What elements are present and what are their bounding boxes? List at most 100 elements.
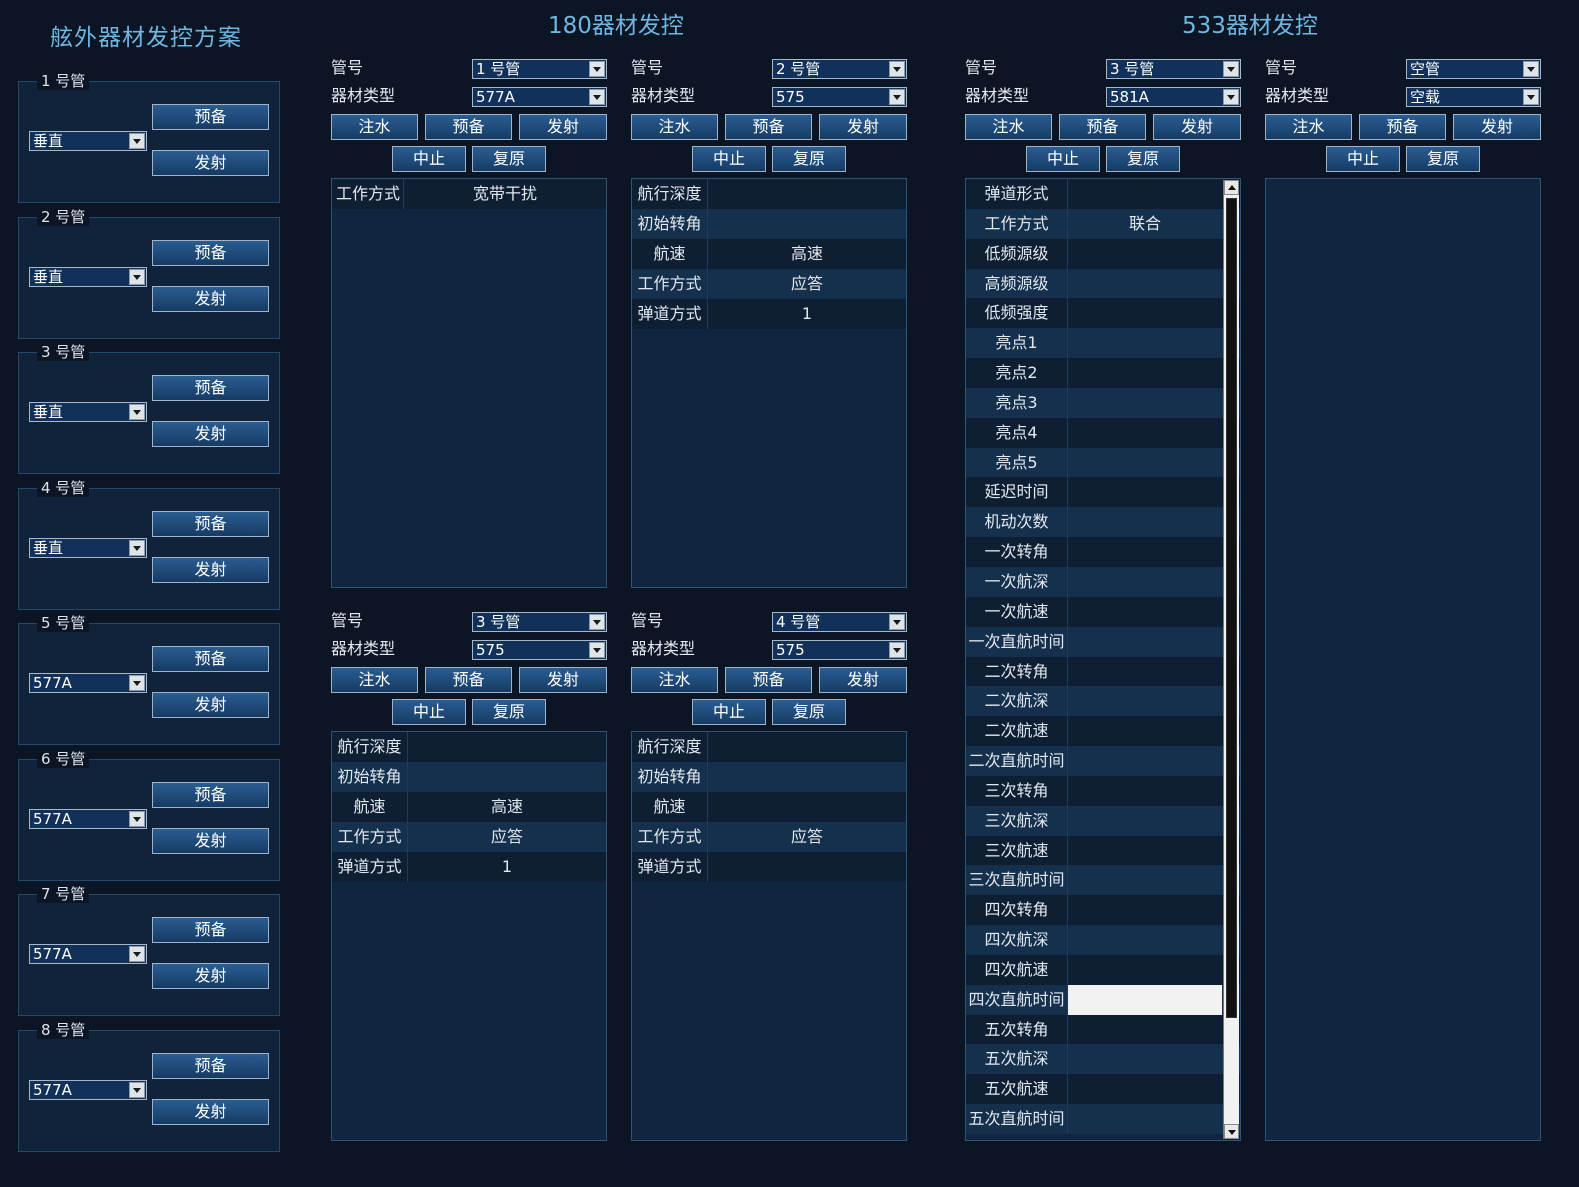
unit533-1-fill-button[interactable]: 注水 xyxy=(965,114,1052,140)
launch-button[interactable]: 发射 xyxy=(152,421,269,447)
scroll-down-icon[interactable] xyxy=(1224,1124,1239,1139)
launch-button[interactable]: 发射 xyxy=(152,1099,269,1125)
chevron-down-icon[interactable] xyxy=(889,642,905,658)
prepare-button[interactable]: 预备 xyxy=(152,1053,269,1079)
param-value[interactable] xyxy=(1068,776,1222,806)
param-value[interactable] xyxy=(1068,984,1222,1015)
param-value[interactable] xyxy=(1068,597,1222,627)
unit180-4-reset-button[interactable]: 复原 xyxy=(772,699,846,725)
param-value[interactable] xyxy=(1068,448,1222,478)
unit180-2-type-select[interactable]: 575 xyxy=(772,87,907,107)
chevron-down-icon[interactable] xyxy=(1523,61,1539,77)
tube-mode-select[interactable]: 垂直 xyxy=(29,402,147,422)
prepare-button[interactable]: 预备 xyxy=(152,917,269,943)
tube-mode-select[interactable]: 577A xyxy=(29,1080,147,1100)
unit533-1-launch-button[interactable]: 发射 xyxy=(1153,114,1241,140)
tube-mode-select[interactable]: 577A xyxy=(29,944,147,964)
param-scrollbar[interactable] xyxy=(1223,180,1239,1139)
param-value[interactable] xyxy=(1068,806,1222,836)
unit180-2-fill-button[interactable]: 注水 xyxy=(631,114,718,140)
info-value[interactable] xyxy=(708,732,906,762)
param-value[interactable] xyxy=(1068,716,1222,746)
unit533-1-stop-button[interactable]: 中止 xyxy=(1026,146,1100,172)
unit533-2-launch-button[interactable]: 发射 xyxy=(1453,114,1541,140)
unit180-4-launch-button[interactable]: 发射 xyxy=(819,667,907,693)
chevron-down-icon[interactable] xyxy=(129,269,145,285)
chevron-down-icon[interactable] xyxy=(889,614,905,630)
chevron-down-icon[interactable] xyxy=(589,642,605,658)
param-value[interactable] xyxy=(1068,686,1222,716)
info-value[interactable] xyxy=(408,762,606,792)
unit180-2-reset-button[interactable]: 复原 xyxy=(772,146,846,172)
info-value[interactable] xyxy=(708,762,906,792)
launch-button[interactable]: 发射 xyxy=(152,963,269,989)
param-value[interactable] xyxy=(1068,179,1222,209)
unit180-1-type-select[interactable]: 577A xyxy=(472,87,607,107)
param-value[interactable] xyxy=(1068,865,1222,895)
unit533-2-stop-button[interactable]: 中止 xyxy=(1326,146,1400,172)
info-value[interactable]: 高速 xyxy=(408,792,606,822)
chevron-down-icon[interactable] xyxy=(1223,89,1239,105)
chevron-down-icon[interactable] xyxy=(129,540,145,556)
unit180-1-launch-button[interactable]: 发射 xyxy=(519,114,607,140)
info-value[interactable] xyxy=(708,179,906,209)
launch-button[interactable]: 发射 xyxy=(152,828,269,854)
param-value[interactable] xyxy=(1068,328,1222,358)
param-value[interactable] xyxy=(1068,537,1222,567)
unit533-2-reset-button[interactable]: 复原 xyxy=(1406,146,1480,172)
tube-mode-select[interactable]: 577A xyxy=(29,809,147,829)
param-value[interactable] xyxy=(1068,239,1222,269)
scroll-up-icon[interactable] xyxy=(1224,180,1239,195)
param-value[interactable] xyxy=(1068,477,1222,507)
info-value[interactable]: 1 xyxy=(408,852,606,882)
info-value[interactable]: 宽带干扰 xyxy=(404,179,606,209)
param-value[interactable] xyxy=(1068,298,1222,328)
launch-button[interactable]: 发射 xyxy=(152,692,269,718)
tube-mode-select[interactable]: 垂直 xyxy=(29,131,147,151)
info-value[interactable]: 应答 xyxy=(408,822,606,852)
chevron-down-icon[interactable] xyxy=(889,61,905,77)
unit180-2-prepare-button[interactable]: 预备 xyxy=(725,114,812,140)
param-value[interactable] xyxy=(1068,925,1222,955)
unit533-2-fill-button[interactable]: 注水 xyxy=(1265,114,1352,140)
unit180-4-fill-button[interactable]: 注水 xyxy=(631,667,718,693)
unit180-1-stop-button[interactable]: 中止 xyxy=(392,146,466,172)
chevron-down-icon[interactable] xyxy=(1223,61,1239,77)
tube-mode-select[interactable]: 垂直 xyxy=(29,267,147,287)
launch-button[interactable]: 发射 xyxy=(152,557,269,583)
param-value[interactable] xyxy=(1068,269,1222,299)
prepare-button[interactable]: 预备 xyxy=(152,375,269,401)
param-value[interactable]: 联合 xyxy=(1068,209,1222,239)
info-value[interactable]: 应答 xyxy=(708,269,906,299)
unit180-2-launch-button[interactable]: 发射 xyxy=(819,114,907,140)
unit180-3-fill-button[interactable]: 注水 xyxy=(331,667,418,693)
chevron-down-icon[interactable] xyxy=(129,811,145,827)
param-value[interactable] xyxy=(1068,1074,1222,1104)
unit180-1-reset-button[interactable]: 复原 xyxy=(472,146,546,172)
unit533-1-tube-select[interactable]: 3 号管 xyxy=(1106,59,1241,79)
chevron-down-icon[interactable] xyxy=(889,89,905,105)
unit533-1-type-select[interactable]: 581A xyxy=(1106,87,1241,107)
prepare-button[interactable]: 预备 xyxy=(152,511,269,537)
unit533-1-reset-button[interactable]: 复原 xyxy=(1106,146,1180,172)
param-value[interactable] xyxy=(1068,358,1222,388)
param-value[interactable] xyxy=(1068,627,1222,657)
unit533-2-type-select[interactable]: 空载 xyxy=(1406,87,1541,107)
info-value[interactable]: 1 xyxy=(708,299,906,329)
chevron-down-icon[interactable] xyxy=(1523,89,1539,105)
param-value[interactable] xyxy=(1068,507,1222,537)
unit180-3-launch-button[interactable]: 发射 xyxy=(519,667,607,693)
unit533-2-prepare-button[interactable]: 预备 xyxy=(1359,114,1446,140)
chevron-down-icon[interactable] xyxy=(589,89,605,105)
param-value[interactable] xyxy=(1068,1015,1222,1045)
chevron-down-icon[interactable] xyxy=(129,404,145,420)
info-value[interactable] xyxy=(708,209,906,239)
param-value[interactable] xyxy=(1068,895,1222,925)
unit180-3-tube-select[interactable]: 3 号管 xyxy=(472,612,607,632)
param-value[interactable] xyxy=(1068,836,1222,866)
param-value[interactable] xyxy=(1068,1104,1222,1134)
launch-button[interactable]: 发射 xyxy=(152,286,269,312)
info-value[interactable] xyxy=(708,792,906,822)
info-value[interactable] xyxy=(408,732,606,762)
unit180-1-fill-button[interactable]: 注水 xyxy=(331,114,418,140)
